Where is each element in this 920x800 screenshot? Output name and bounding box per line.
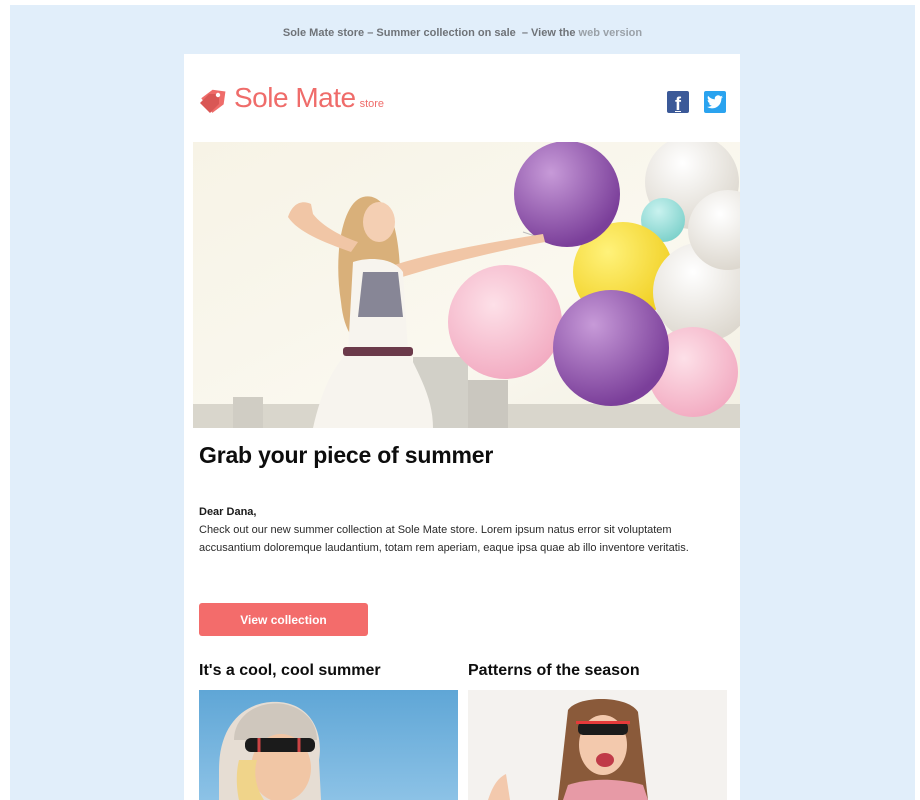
facebook-glyph: f [675,94,681,113]
tag-icon [200,89,226,113]
email-body: Sole Mate store f Grab your piece of sum… [184,54,740,800]
greeting: Dear Dana, [199,506,257,518]
headline: Grab your piece of summer [199,442,494,468]
hero-image [193,142,740,428]
column-title-cool-summer: It's a cool, cool summer [199,662,381,679]
woman-red-sunglasses-image [468,690,727,800]
preheader-view-prefix: – View the [521,27,576,39]
brand-logo[interactable]: Sole Mate store [199,82,384,114]
facebook-icon[interactable]: f [667,91,689,113]
view-collection-button[interactable]: View collection [199,603,368,636]
brand-suffix: store [359,98,385,110]
column-title-patterns: Patterns of the season [468,662,640,679]
twitter-icon[interactable] [704,91,726,113]
body-text: Check out our new summer collection at S… [199,524,689,554]
email-background: Sole Mate store – Summer collection on s… [10,5,915,800]
woman-sunglasses-image [199,690,458,800]
email-header: Sole Mate store f [184,54,740,142]
web-version-link[interactable]: web version [579,27,643,39]
cool-summer-image[interactable] [199,690,458,800]
twitter-bird-icon [707,95,723,109]
social-links: f [667,91,726,113]
patterns-image[interactable] [468,690,727,800]
preheader-text: Sole Mate store – Summer collection on s… [282,27,516,39]
brand-name: Sole Mate [234,82,356,113]
preheader: Sole Mate store – Summer collection on s… [10,27,915,39]
